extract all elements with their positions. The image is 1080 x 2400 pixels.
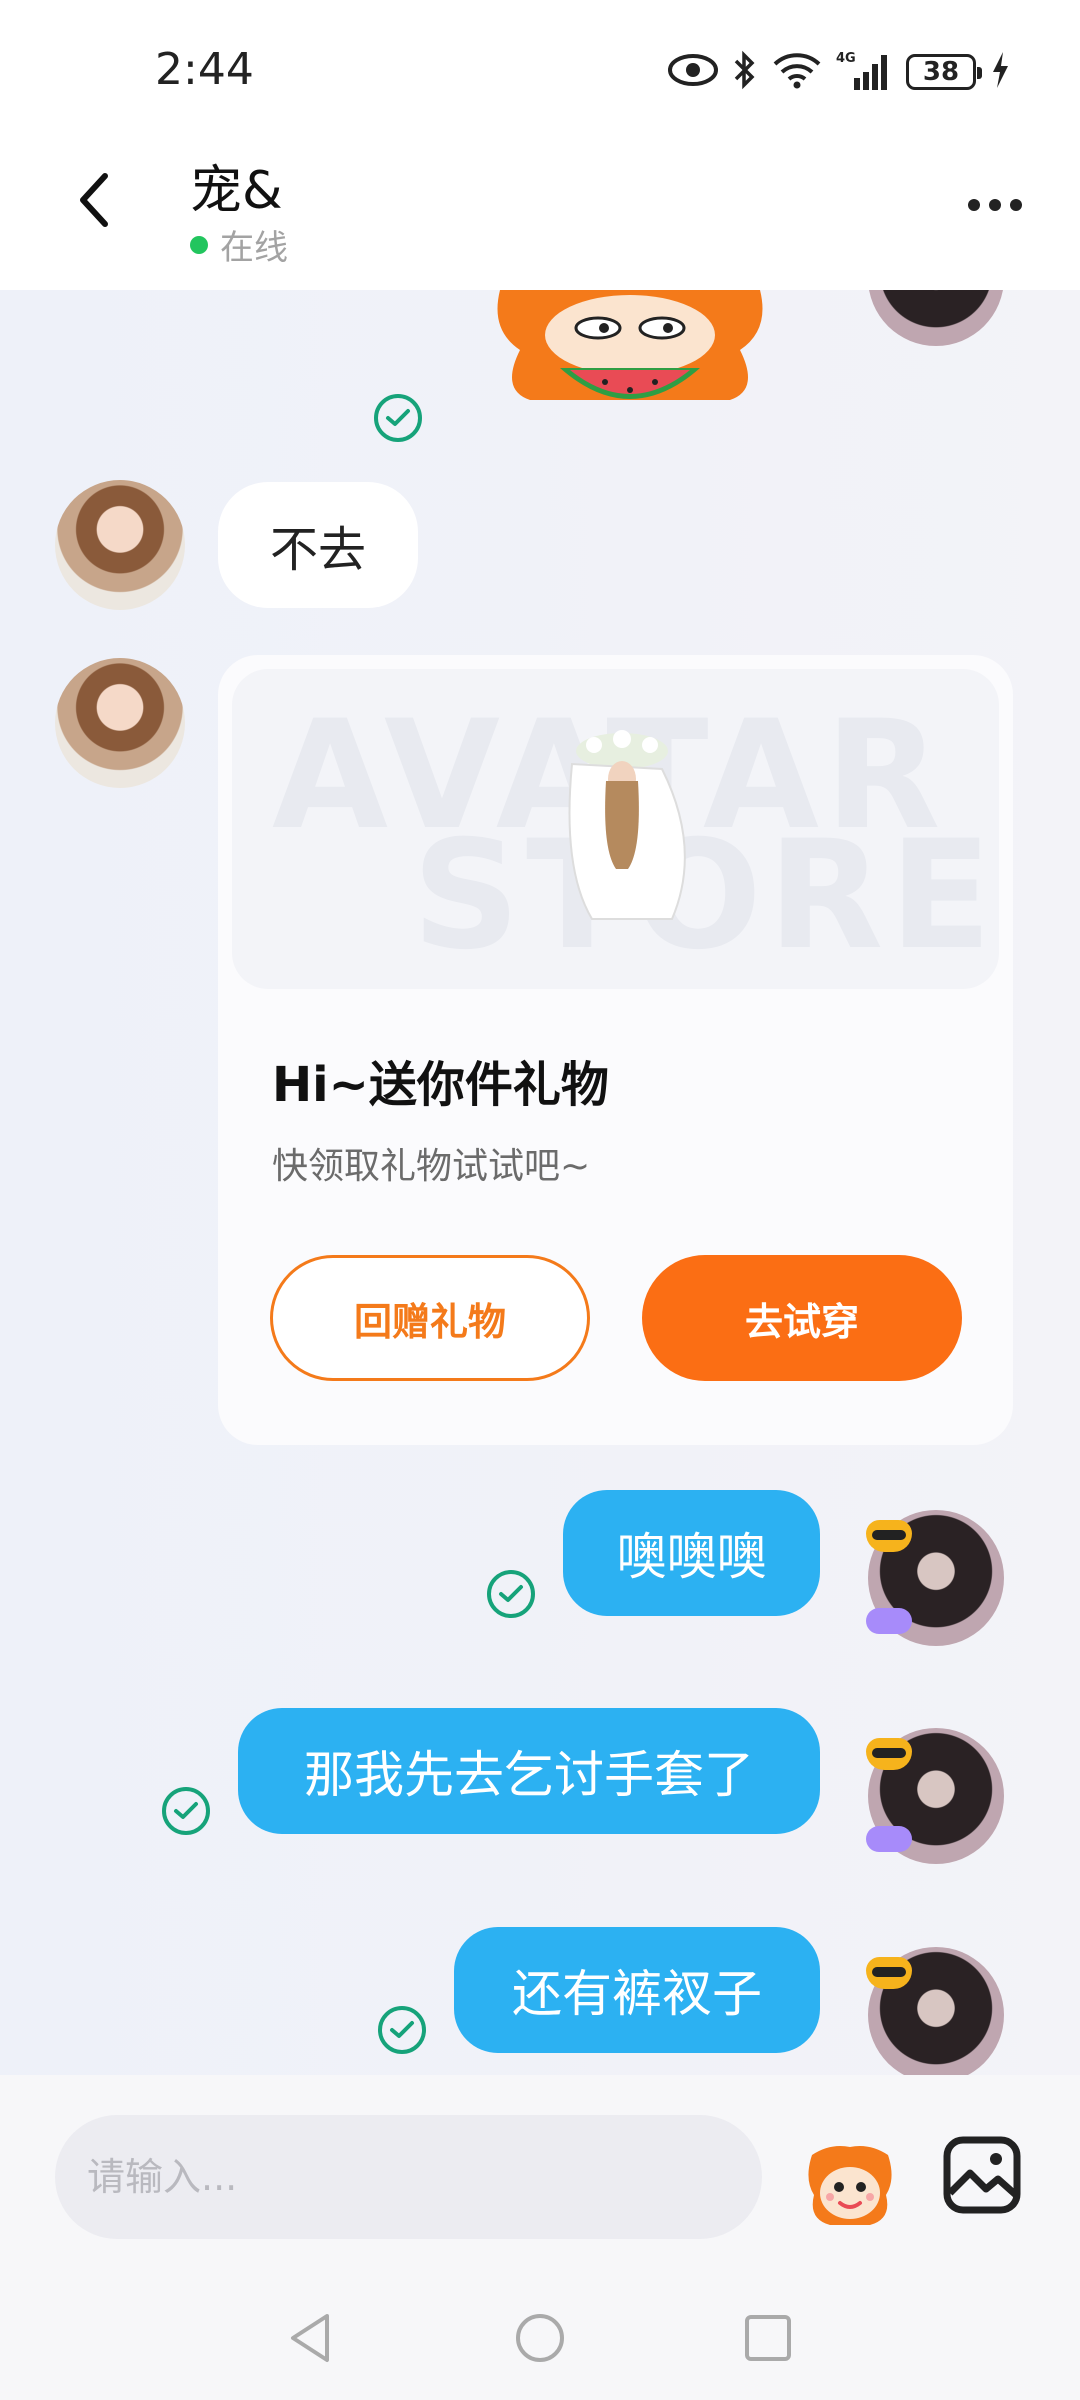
nav-recents-button[interactable] [733,2303,803,2373]
square-recents-icon [745,2315,791,2361]
contact-avatar[interactable] [55,480,185,610]
online-status-label: 在线 [220,228,288,268]
status-bar: 2:44 4G 38 [0,0,1080,140]
gift-subtitle: 快领取礼物试试吧~ [272,1146,591,1187]
nav-back-button[interactable] [275,2303,345,2373]
status-time: 2:44 [155,44,254,95]
gift-title: Hi~送你件礼物 [272,1057,609,1113]
cellular-signal-icon: 4G [836,50,892,94]
wifi-icon [772,51,822,93]
circle-home-icon [516,2314,564,2362]
check-circle-icon [378,2006,426,2054]
sunglasses-badge-icon [866,1738,912,1770]
chevron-left-icon [80,173,108,227]
sunglasses-badge-icon [866,1957,912,1989]
check-circle-icon [487,1570,535,1618]
message-list[interactable]: 不去 AVATAR STORE Hi~送你件礼物 快领取礼物试试吧~ 回赠礼物 … [0,290,1080,2075]
composer-bar [0,2075,1080,2275]
more-button[interactable] [955,180,1035,230]
mascot-sticker-icon [808,2146,892,2225]
nav-home-button[interactable] [505,2303,575,2373]
my-avatar[interactable] [868,290,1004,346]
gamepad-badge-icon [866,1608,912,1634]
charging-icon [990,50,1010,94]
message-bubble-sent[interactable]: 还有裤衩子 [454,1927,820,2053]
check-circle-icon [374,394,422,442]
status-icons: 4G 38 [668,48,1010,96]
gift-card[interactable]: AVATAR STORE Hi~送你件礼物 快领取礼物试试吧~ 回赠礼物 去试穿 [218,655,1013,1445]
gift-outfit-image [568,730,686,920]
online-status: 在线 [190,220,288,269]
sticker-message[interactable] [490,290,770,420]
image-icon [943,2136,1021,2214]
online-dot-icon [190,235,208,254]
message-bubble-sent[interactable]: 噢噢噢 [563,1490,820,1616]
gift-banner: AVATAR STORE [232,669,999,989]
back-button[interactable] [55,160,135,240]
system-nav-bar [0,2275,1080,2400]
check-circle-icon [162,1787,210,1835]
battery-indicator: 38 [906,54,982,90]
message-bubble-sent[interactable]: 那我先去乞讨手套了 [238,1708,820,1834]
return-gift-button[interactable]: 回赠礼物 [270,1255,590,1381]
message-bubble-received[interactable]: 不去 [218,482,418,608]
message-input[interactable] [55,2115,762,2239]
sunglasses-badge-icon [866,1520,912,1552]
mascot-sticker-icon [497,290,763,400]
gamepad-badge-icon [866,1826,912,1852]
svg-text:4G: 4G [836,51,856,66]
contact-name: 宠& [190,161,283,221]
try-on-button[interactable]: 去试穿 [642,1255,962,1381]
sticker-button[interactable] [800,2135,900,2231]
gallery-button[interactable] [942,2135,1022,2215]
bluetooth-icon [732,50,758,94]
more-dots-icon [968,199,980,211]
triangle-back-icon [291,2314,329,2362]
eye-icon [668,53,718,91]
contact-avatar[interactable] [55,658,185,788]
chat-header: 宠& 在线 [0,140,1080,290]
